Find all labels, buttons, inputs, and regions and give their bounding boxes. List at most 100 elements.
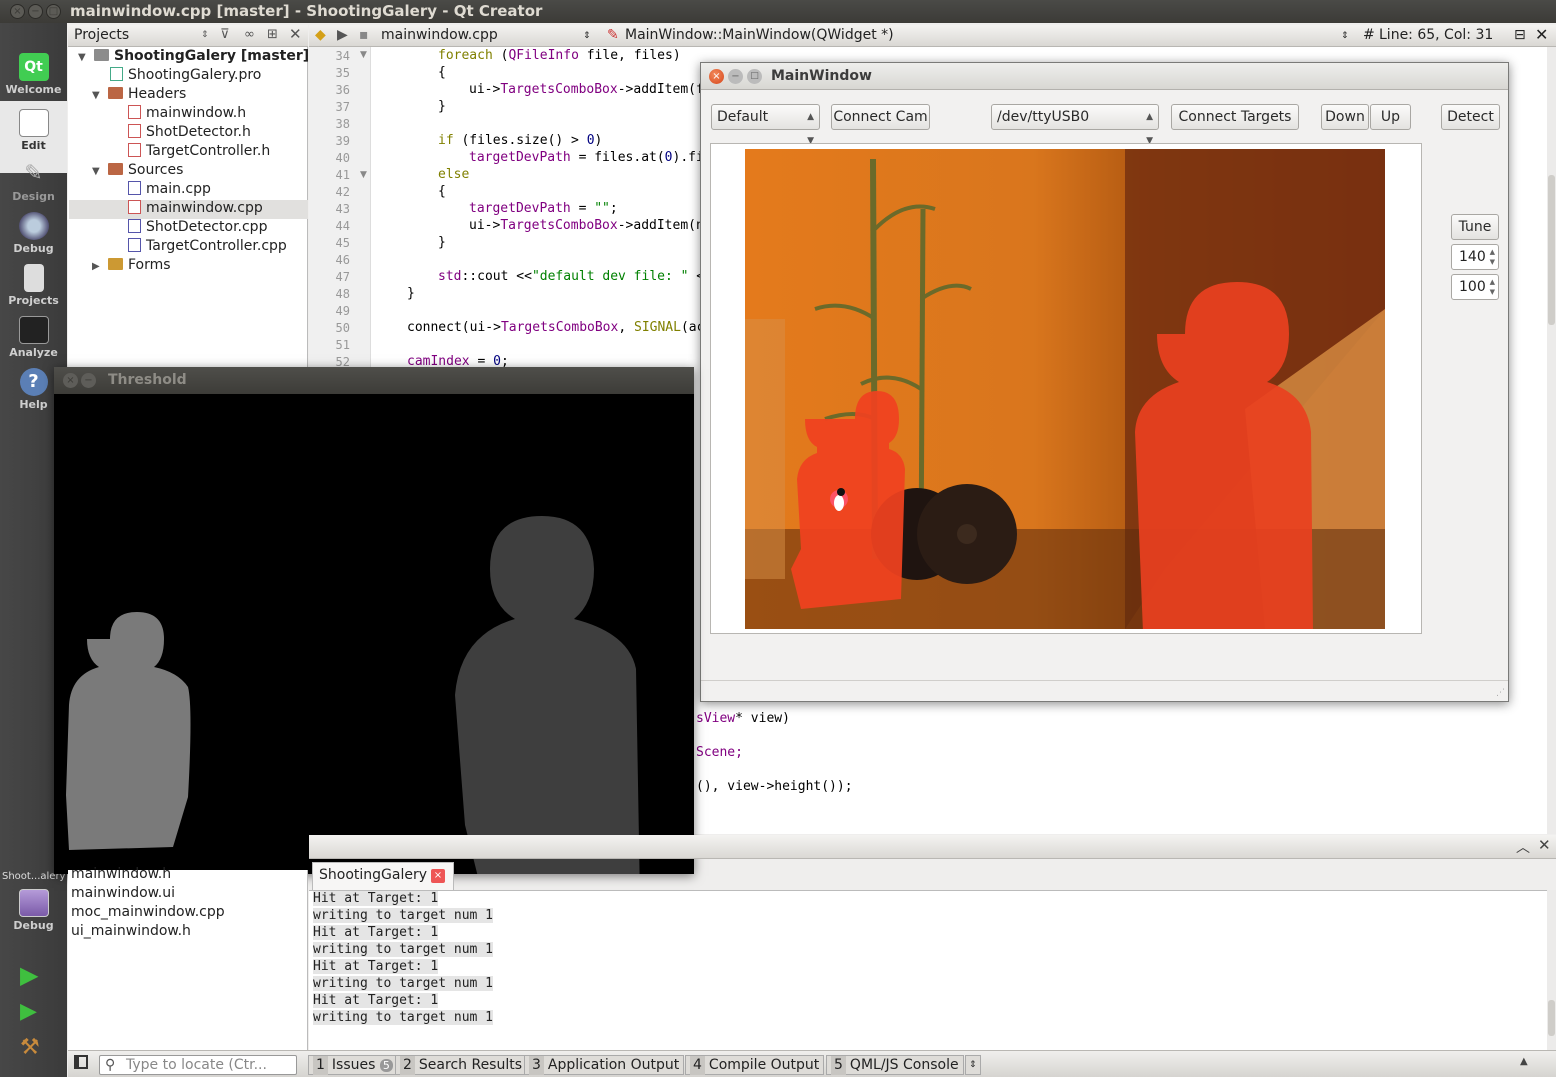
mode-design[interactable]: ✎ Design — [0, 156, 67, 208]
tree-item-header[interactable]: ShotDetector.h — [128, 124, 251, 143]
code-line: } — [438, 235, 446, 250]
connect-cam-button[interactable]: Connect Cam — [831, 104, 930, 130]
list-item[interactable]: mainwindow.ui — [71, 885, 175, 901]
locator-input[interactable]: ⚲ Type to locate (Ctr... — [99, 1055, 297, 1075]
editor-scrollbar[interactable] — [1547, 47, 1556, 834]
symbol-combo[interactable]: MainWindow::MainWindow(QWidget *) — [625, 27, 894, 43]
pane-issues[interactable]: 1 Issues 5 — [308, 1055, 398, 1075]
tree-folder-headers[interactable]: ▼ Headers — [92, 86, 186, 105]
output-line: writing to target num 1 — [313, 942, 494, 957]
code-line: { — [438, 65, 446, 80]
tree-root[interactable]: ▼ ShootingGalery [master] — [78, 48, 309, 67]
output-line: writing to target num 1 — [313, 1010, 494, 1025]
line-number: 47 — [335, 270, 350, 284]
code-line: { — [438, 184, 446, 199]
mode-projects[interactable]: Projects — [0, 260, 67, 312]
back-arrow-icon[interactable]: ◆ — [315, 27, 326, 43]
maximize-window-icon[interactable]: □ — [46, 4, 61, 19]
threshold-spinbox-1[interactable]: 140 ▲ ▼ — [1451, 244, 1499, 270]
mode-debug[interactable]: Debug — [0, 208, 67, 260]
list-item[interactable]: mainwindow.h — [71, 866, 171, 882]
pane-search-results[interactable]: 2 Search Results — [395, 1055, 528, 1075]
detect-button[interactable]: Detect — [1441, 104, 1500, 130]
list-item[interactable]: ui_mainwindow.h — [71, 923, 191, 939]
tree-item-source[interactable]: ShotDetector.cpp — [128, 219, 267, 238]
pane-qml-console[interactable]: 5 QML/JS Console — [826, 1055, 964, 1075]
run-button[interactable]: ▶ — [20, 961, 38, 989]
camera-image[interactable] — [745, 149, 1385, 629]
split-icon[interactable]: ⊞ — [267, 27, 278, 42]
up-button[interactable]: Up — [1370, 104, 1411, 130]
chevron-up-icon[interactable]: ▲ — [1520, 1056, 1528, 1067]
output-scrollbar[interactable] — [1547, 890, 1556, 1050]
help-icon: ? — [19, 368, 48, 396]
tree-folder-forms[interactable]: ▶ Forms — [92, 257, 171, 276]
line-number: 42 — [335, 185, 350, 199]
tree-item-header[interactable]: TargetController.h — [128, 143, 270, 162]
close-icon[interactable]: ✕ — [289, 25, 302, 43]
fold-marker-icon[interactable]: ▼ — [360, 50, 367, 60]
mode-welcome[interactable]: Qt Welcome — [0, 49, 67, 101]
hash-label: # — [1363, 27, 1375, 43]
list-item[interactable]: moc_mainwindow.cpp — [71, 904, 225, 920]
close-tab-icon[interactable]: × — [431, 869, 445, 883]
tree-item-source[interactable]: main.cpp — [128, 181, 211, 200]
port-combo[interactable]: /dev/ttyUSB0 ▲ ▼ — [991, 104, 1159, 146]
tree-item-source-selected[interactable]: mainwindow.cpp — [69, 200, 308, 219]
threshold-titlebar: × − Threshold — [54, 367, 694, 394]
application-output[interactable] — [309, 890, 1547, 1050]
scroll-thumb[interactable] — [1548, 1000, 1555, 1036]
fold-marker-icon[interactable]: ▼ — [360, 170, 367, 180]
link-icon[interactable]: ∞ — [244, 27, 255, 42]
camera-combo[interactable]: Default ▲ ▼ — [711, 104, 820, 146]
close-window-icon[interactable]: × — [10, 4, 25, 19]
resize-grip-icon[interactable]: ⋰ — [1496, 688, 1505, 698]
code-line: std::cout <<"default dev file: " < — [438, 269, 705, 284]
output-tab[interactable]: ShootingGalery × — [312, 862, 454, 890]
forward-arrow-icon[interactable]: ▶ — [337, 27, 348, 43]
pane-compile-output[interactable]: 4 Compile Output — [685, 1055, 825, 1075]
minimize-window-icon[interactable]: − — [28, 4, 43, 19]
line-number: 35 — [335, 66, 350, 80]
code-line: else — [438, 167, 470, 182]
editor-toolbar: ◆ ▶ ▪ mainwindow.cpp ⇕ ✎ MainWindow::Mai… — [309, 25, 1556, 47]
debug-run-button[interactable]: ▶ — [20, 999, 37, 1024]
minimize-icon[interactable]: − — [728, 69, 743, 84]
mode-analyze[interactable]: Analyze — [0, 312, 67, 364]
minimize-icon[interactable]: − — [81, 373, 96, 388]
tree-folder-sources[interactable]: ▼ Sources — [92, 162, 183, 181]
filter-icon[interactable]: ⊽ — [220, 27, 230, 42]
line-number: 34 — [335, 49, 350, 63]
tree-item-pro[interactable]: ShootingGalery.pro — [110, 67, 261, 86]
close-icon[interactable]: × — [709, 69, 724, 84]
tree-item-header[interactable]: mainwindow.h — [128, 105, 246, 124]
file-combo[interactable]: mainwindow.cpp — [381, 27, 498, 43]
line-number: 39 — [335, 134, 350, 148]
connect-targets-button[interactable]: Connect Targets — [1171, 104, 1299, 130]
build-button[interactable]: ⚒ — [20, 1035, 40, 1060]
cursor-position[interactable]: Line: 65, Col: 31 — [1379, 27, 1493, 43]
down-button[interactable]: Down — [1321, 104, 1369, 130]
tune-button[interactable]: Tune — [1451, 214, 1499, 240]
more-panes-icon[interactable]: ⇕ — [965, 1055, 981, 1075]
maximize-icon[interactable]: □ — [747, 69, 762, 84]
tree-item-source[interactable]: TargetController.cpp — [128, 238, 287, 257]
search-icon: ⚲ — [105, 1057, 116, 1073]
output-line: writing to target num 1 — [313, 908, 494, 923]
close-icon[interactable]: × — [63, 373, 78, 388]
projects-header: Projects ⇕ ⊽ ∞ ⊞ ✕ — [68, 25, 308, 47]
maximize-pane-icon[interactable]: ︿ — [1516, 837, 1530, 857]
close-icon[interactable]: ✕ — [1535, 25, 1548, 44]
close-icon[interactable]: ✕ — [1538, 836, 1551, 854]
line-number: 43 — [335, 202, 350, 216]
chevron-updown-icon: ⇕ — [583, 31, 591, 41]
chevron-updown-icon: ⇕ — [1341, 31, 1349, 41]
threshold-image — [54, 394, 694, 874]
kit-selector[interactable]: Debug — [0, 885, 67, 945]
chevron-updown-icon[interactable]: ⇕ — [201, 30, 209, 40]
sidebar-toggle-icon[interactable] — [74, 1055, 88, 1069]
pane-application-output[interactable]: 3 Application Output — [524, 1055, 685, 1075]
scroll-thumb[interactable] — [1548, 175, 1555, 325]
threshold-spinbox-2[interactable]: 100 ▲ ▼ — [1451, 274, 1499, 300]
split-icon[interactable]: ⊟ — [1514, 27, 1526, 43]
